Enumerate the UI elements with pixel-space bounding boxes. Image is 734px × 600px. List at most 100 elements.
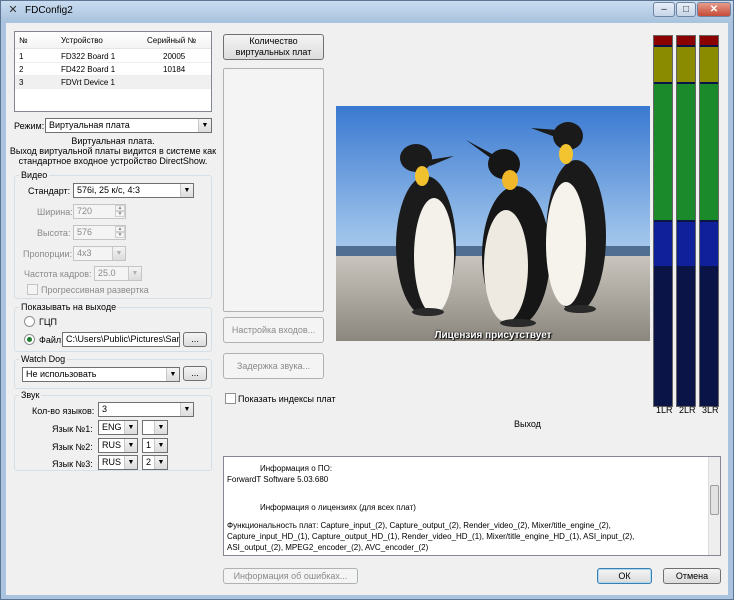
aspect-label: Пропорции: (23, 249, 73, 259)
window-title: FDConfig2 (25, 5, 73, 16)
lang1-select[interactable]: ENG ▼ (98, 420, 138, 435)
ok-button[interactable]: ОК (597, 568, 652, 584)
lang3-channel-value: 2 (146, 457, 152, 467)
audio-meter-2 (676, 35, 696, 407)
watchdog-browse-button[interactable]: ... (183, 366, 207, 381)
progressive-checkbox[interactable] (27, 284, 38, 295)
dialog-body: № Устройство Серийный № 1 FD322 Board 1 … (6, 23, 728, 595)
watchdog-group-label: Watch Dog (19, 354, 68, 364)
file-path-input[interactable]: C:\Users\Public\Pictures\Sampl (62, 332, 180, 347)
chevron-down-icon[interactable]: ▼ (115, 211, 125, 217)
info-scrollbar[interactable] (708, 457, 720, 555)
meter-blue-segment (700, 222, 718, 266)
lang3-channel-select[interactable]: 2 ▼ (142, 455, 168, 470)
inputs-setup-button[interactable]: Настройка входов... (223, 317, 324, 343)
license-info-textbox[interactable]: Информация о ПО: ForwardT Software 5.03.… (223, 456, 721, 556)
device-table[interactable]: № Устройство Серийный № 1 FD322 Board 1 … (14, 31, 212, 112)
row-device: FD422 Board 1 (61, 65, 116, 74)
lang3-select[interactable]: RUS ▼ (98, 455, 138, 470)
file-browse-button[interactable]: ... (183, 332, 207, 347)
output-label: Выход (514, 419, 541, 429)
chevron-down-icon: ▼ (124, 456, 137, 469)
col-device[interactable]: Устройство (61, 36, 103, 45)
width-value: 720 (77, 206, 93, 216)
gcp-label: ГЦП (39, 317, 57, 327)
audio-meter-3 (699, 35, 719, 407)
show-indexes-checkbox[interactable] (225, 393, 236, 404)
info-line: Функциональность плат: Capture_input_(2)… (227, 521, 611, 530)
lang1-channel-select[interactable]: ▼ (142, 420, 168, 435)
meter-blue-segment (677, 222, 695, 266)
chevron-down-icon[interactable]: ▼ (115, 232, 125, 238)
close-icon[interactable]: ✕ (697, 2, 731, 17)
boards-panel (223, 68, 324, 312)
row-device: FD322 Board 1 (61, 52, 116, 61)
height-stepper[interactable]: 576 ▲ ▼ (73, 225, 126, 240)
meter-label-2: 2LR (679, 405, 696, 415)
lang-count-label: Кол-во языков: (32, 406, 95, 416)
aspect-select[interactable]: 4x3 ▼ (73, 246, 126, 261)
preview-image: Лицензия присутствует (336, 106, 650, 341)
fps-select[interactable]: 25.0 ▼ (94, 266, 142, 281)
lang1-value: ENG (102, 422, 122, 432)
mode-label: Режим: (14, 121, 45, 131)
app-icon: ✕ (8, 4, 18, 16)
meter-green-segment (654, 84, 672, 220)
lang2-channel-select[interactable]: 1 ▼ (142, 438, 168, 453)
title-bar[interactable]: ✕ FDConfig2 – □ ✕ (1, 1, 733, 21)
standard-select[interactable]: 576i, 25 к/с, 4:3 ▼ (73, 183, 194, 198)
mode-select[interactable]: Виртуальная плата ▼ (45, 118, 212, 133)
chevron-down-icon: ▼ (128, 267, 141, 280)
virtual-count-button[interactable]: Количество виртуальных плат (223, 34, 324, 60)
info-line: Capture_input_HD_(1), Capture_output_HD_… (227, 532, 635, 541)
width-stepper[interactable]: 720 ▲ ▼ (73, 204, 126, 219)
col-serial[interactable]: Серийный № (147, 36, 196, 45)
chevron-down-icon: ▼ (166, 368, 179, 381)
row-number: 1 (19, 52, 24, 61)
watchdog-select[interactable]: Не использовать ▼ (22, 367, 180, 382)
meter-yellow-segment (677, 47, 695, 82)
fps-label: Частота кадров: (24, 269, 92, 279)
progressive-label: Прогрессивная развертка (41, 285, 149, 295)
gcp-radio[interactable] (24, 316, 35, 327)
row-serial: 10184 (163, 65, 186, 74)
mode-description-2: Выход виртуальной платы видится в систем… (9, 146, 217, 156)
video-group-label: Видео (19, 170, 50, 180)
lang2-label: Язык №2: (52, 442, 93, 452)
errors-info-button[interactable]: Информация об ошибках... (223, 568, 358, 584)
lang2-channel-value: 1 (146, 440, 152, 450)
sound-group-label: Звук (19, 390, 42, 400)
lang3-label: Язык №3: (52, 459, 93, 469)
info-line: Информация о ПО: (260, 464, 333, 473)
row-serial: 20005 (163, 52, 186, 61)
info-line: ForwardT Software 5.03.680 (227, 475, 329, 484)
table-row[interactable]: 1 FD322 Board 1 20005 (15, 50, 211, 63)
lang-count-select[interactable]: 3 ▼ (98, 402, 194, 417)
minimize-icon[interactable]: – (653, 2, 675, 17)
sound-delay-button[interactable]: Задержка звука... (223, 353, 324, 379)
app-window: ✕ FDConfig2 – □ ✕ № Устройство Серийный … (0, 0, 734, 600)
file-radio[interactable] (24, 334, 35, 345)
meter-green-segment (700, 84, 718, 220)
meter-label-3: 3LR (702, 405, 719, 415)
table-row[interactable]: 2 FD422 Board 1 10184 (15, 63, 211, 76)
width-label: Ширина: (37, 207, 73, 217)
table-row[interactable]: 3 FDVrt Device 1 (15, 76, 211, 89)
chevron-down-icon: ▼ (124, 439, 137, 452)
maximize-icon[interactable]: □ (676, 2, 696, 17)
info-line: Информация о лицензиях (для всех плат) (260, 503, 416, 512)
file-path-value: C:\Users\Public\Pictures\Sampl (66, 334, 180, 344)
col-number[interactable]: № (19, 36, 28, 45)
meter-red-segment (700, 36, 718, 45)
chevron-down-icon: ▼ (154, 439, 167, 452)
scrollbar-thumb[interactable] (710, 485, 719, 515)
cancel-button[interactable]: Отмена (663, 568, 721, 584)
chevron-down-icon: ▼ (180, 184, 193, 197)
lang2-select[interactable]: RUS ▼ (98, 438, 138, 453)
meter-green-segment (677, 84, 695, 220)
meter-red-segment (654, 36, 672, 45)
row-device: FDVrt Device 1 (61, 78, 115, 87)
standard-label: Стандарт: (28, 186, 71, 196)
chevron-down-icon: ▼ (124, 421, 137, 434)
lang3-value: RUS (102, 457, 122, 467)
